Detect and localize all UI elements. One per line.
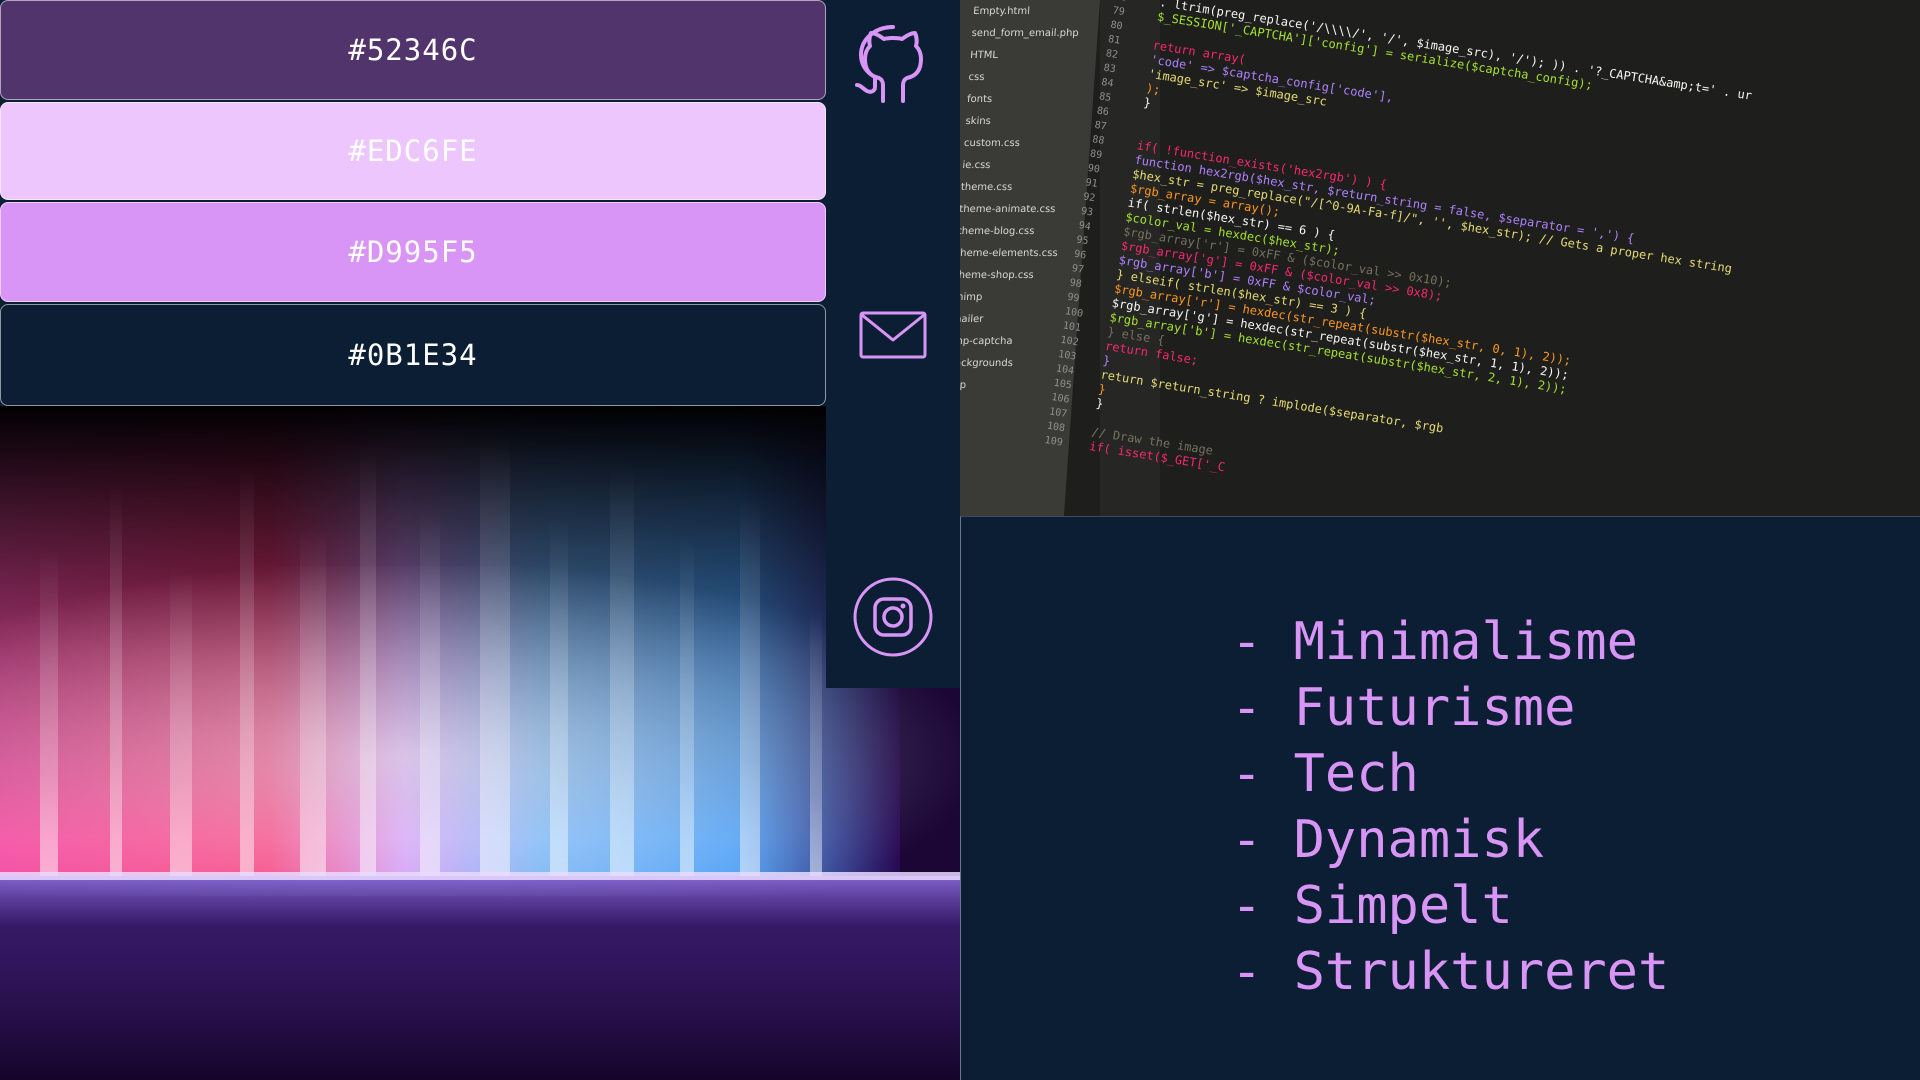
github-icon bbox=[855, 25, 923, 103]
instagram-link[interactable] bbox=[826, 572, 960, 662]
code-line-number: 106 bbox=[1051, 392, 1071, 406]
code-line-number: 101 bbox=[1062, 320, 1082, 334]
code-line: } bbox=[1095, 396, 1104, 411]
keyword-item: - Dynamisk bbox=[1231, 810, 1545, 870]
swatch-hex-label: #D995F5 bbox=[348, 235, 478, 269]
code-line: } bbox=[1143, 95, 1152, 110]
code-editor-image: Empty.html send_form_email.php HTML css font… bbox=[960, 0, 1920, 516]
github-link[interactable] bbox=[826, 20, 960, 110]
instagram-icon bbox=[853, 577, 933, 657]
code-line-number: 83 bbox=[1103, 63, 1117, 76]
code-line-number: 97 bbox=[1071, 263, 1085, 276]
code-line-number: 89 bbox=[1089, 149, 1103, 162]
code-line-number: 85 bbox=[1098, 91, 1112, 104]
keyword-item: - Minimalisme bbox=[1231, 612, 1638, 672]
code-line-number: 109 bbox=[1044, 435, 1064, 449]
code-line-number: 104 bbox=[1055, 363, 1075, 377]
code-line: return $return_string ? implode($separat… bbox=[1100, 367, 1445, 435]
code-line-number: 105 bbox=[1053, 378, 1073, 392]
keyword-item: - Futurisme bbox=[1231, 678, 1576, 738]
code-line: } bbox=[1102, 353, 1111, 368]
swatch-hex-label: #0B1E34 bbox=[348, 338, 478, 372]
code-line-number: 79 bbox=[1112, 5, 1126, 18]
mail-icon bbox=[859, 311, 927, 359]
social-links bbox=[826, 0, 960, 688]
palette-swatch: #D995F5 bbox=[0, 202, 826, 302]
code-line: ); bbox=[1145, 81, 1161, 97]
code-line-number: 102 bbox=[1060, 335, 1080, 349]
mail-link[interactable] bbox=[826, 300, 960, 370]
code-line-number: 87 bbox=[1094, 120, 1108, 133]
code-line-number: 84 bbox=[1101, 77, 1115, 90]
swatch-hex-label: #EDC6FE bbox=[348, 134, 478, 168]
keyword-item: - Simpelt bbox=[1231, 876, 1513, 936]
code-lines: 78 . ltrim(preg_replace('/\\\\/', '/', $… bbox=[1044, 0, 1753, 474]
palette-swatch: #52346C bbox=[0, 0, 826, 100]
code-line-number: 99 bbox=[1067, 292, 1081, 305]
keyword-list: - Minimalisme - Futurisme - Tech - Dynam… bbox=[1231, 609, 1669, 1005]
keyword-item: - Struktureret bbox=[1231, 942, 1670, 1002]
code-line-number: 78 bbox=[1114, 0, 1128, 4]
code-line-number: 108 bbox=[1046, 421, 1066, 435]
palette-swatch: #EDC6FE bbox=[0, 102, 826, 200]
code-line-number: 96 bbox=[1073, 249, 1087, 262]
code-line-number: 95 bbox=[1076, 234, 1090, 247]
code-line: } bbox=[1097, 382, 1106, 397]
swatch-hex-label: #52346C bbox=[348, 33, 478, 67]
code-line-number: 107 bbox=[1048, 406, 1068, 420]
code-line-number: 103 bbox=[1057, 349, 1077, 363]
code-line-number: 91 bbox=[1085, 177, 1099, 190]
code-line-number: 88 bbox=[1091, 134, 1105, 147]
code-line-number: 94 bbox=[1078, 220, 1092, 233]
code-line-number: 82 bbox=[1105, 48, 1119, 61]
code-line-number: 81 bbox=[1107, 34, 1121, 47]
code-line-number: 92 bbox=[1082, 191, 1096, 204]
code-line-number: 100 bbox=[1064, 306, 1084, 320]
code-line-number: 93 bbox=[1080, 206, 1094, 219]
aurora-graphic bbox=[0, 406, 960, 1080]
color-palette: #52346C #EDC6FE #D995F5 #0B1E34 bbox=[0, 0, 826, 406]
keyword-item: - Tech bbox=[1231, 744, 1419, 804]
code-line-number: 80 bbox=[1110, 20, 1124, 33]
palette-swatch: #0B1E34 bbox=[0, 304, 826, 406]
code-line-number: 98 bbox=[1069, 277, 1083, 290]
code-line-number: 86 bbox=[1096, 106, 1110, 119]
aurora-image bbox=[0, 406, 960, 1080]
code-line-number: 90 bbox=[1087, 163, 1101, 176]
keywords-panel: - Minimalisme - Futurisme - Tech - Dynam… bbox=[960, 516, 1920, 1080]
